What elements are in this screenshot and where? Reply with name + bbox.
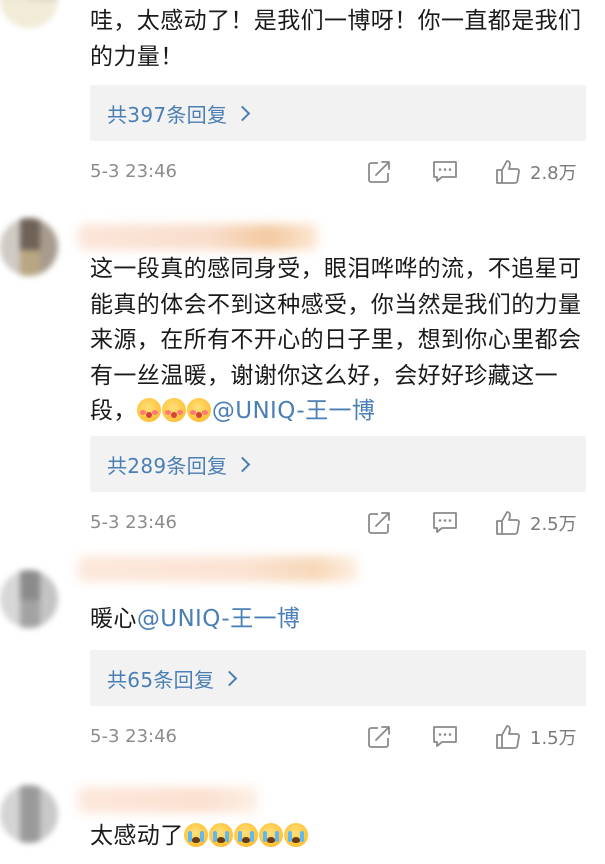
comment-icon[interactable] — [431, 509, 459, 537]
thumbs-up-icon — [496, 511, 520, 535]
share-icon[interactable] — [365, 158, 393, 186]
crying-face-emoji — [283, 823, 308, 847]
timestamp: 5-3 23:46 — [90, 726, 177, 747]
comment-text: 太感动了 — [90, 819, 590, 855]
user-mention-link[interactable]: @UNIQ-王一博 — [137, 606, 300, 632]
reply-box: 共65条回复 — [90, 650, 586, 706]
reply-count-label: 共397条回复 — [107, 102, 228, 127]
chevron-right-icon — [221, 670, 238, 686]
crying-face-emoji — [258, 823, 283, 847]
chevron-right-icon — [235, 105, 251, 121]
comment-body: 暖心 — [90, 606, 137, 632]
blushing-face-emoji — [136, 398, 161, 422]
reply-box: 共289条回复 — [90, 436, 586, 492]
comment-item: 暖心@UNIQ-王一博 共65条回复 5-3 23:46 1.5万 — [0, 550, 605, 765]
comment-icon[interactable] — [431, 723, 459, 751]
like-count: 2.8万 — [530, 163, 577, 184]
user-mention-link[interactable]: @UNIQ-王一博 — [212, 398, 375, 424]
blushing-face-emoji — [186, 398, 211, 422]
reply-count-label: 共65条回复 — [107, 667, 215, 692]
timestamp: 5-3 23:46 — [90, 512, 177, 533]
avatar[interactable] — [0, 570, 58, 628]
crying-face-emoji — [233, 823, 258, 847]
comment-meta: 5-3 23:46 2.8万 — [90, 158, 590, 188]
comment-body: 哇，太感动了！是我们一博呀！你一直都是我们的力量！ — [90, 8, 582, 70]
avatar[interactable] — [0, 0, 58, 28]
share-icon[interactable] — [365, 509, 393, 537]
crying-face-emoji — [183, 823, 208, 847]
blushing-face-emoji — [161, 398, 186, 422]
like-count: 1.5万 — [530, 728, 577, 749]
username[interactable] — [78, 224, 318, 250]
thumbs-up-icon — [496, 725, 520, 749]
comment-text: 这一段真的感同身受，眼泪哗哗的流，不追星可能真的体会不到这种感受，你当然是我们的… — [90, 252, 590, 430]
comment-item: 哇，太感动了！是我们一博呀！你一直都是我们的力量！ 共397条回复 5-3 23… — [0, 0, 605, 200]
like-button[interactable]: 1.5万 — [494, 723, 577, 751]
view-replies-link[interactable]: 共397条回复 — [107, 99, 251, 128]
comment-meta: 5-3 23:46 1.5万 — [90, 723, 590, 753]
comment-text: 哇，太感动了！是我们一博呀！你一直都是我们的力量！ — [90, 4, 590, 75]
crying-face-emoji — [208, 823, 233, 847]
chevron-right-icon — [235, 456, 251, 472]
comment-item: 太感动了 — [0, 765, 605, 864]
username[interactable] — [78, 787, 258, 813]
view-replies-link[interactable]: 共289条回复 — [107, 450, 251, 479]
username[interactable] — [78, 556, 358, 582]
avatar[interactable] — [0, 785, 58, 843]
like-button[interactable]: 2.5万 — [494, 509, 577, 537]
like-count: 2.5万 — [530, 514, 577, 535]
like-button[interactable]: 2.8万 — [494, 158, 577, 186]
comment-body: 太感动了 — [90, 823, 184, 849]
comment-text: 暖心@UNIQ-王一博 — [90, 602, 590, 638]
comment-icon[interactable] — [431, 158, 459, 186]
comment-item: 这一段真的感同身受，眼泪哗哗的流，不追星可能真的体会不到这种感受，你当然是我们的… — [0, 200, 605, 550]
reply-box: 共397条回复 — [90, 85, 586, 141]
view-replies-link[interactable]: 共65条回复 — [107, 664, 238, 693]
share-icon[interactable] — [365, 723, 393, 751]
timestamp: 5-3 23:46 — [90, 161, 177, 182]
avatar[interactable] — [0, 218, 58, 276]
thumbs-up-icon — [496, 160, 520, 184]
reply-count-label: 共289条回复 — [107, 453, 228, 478]
comment-meta: 5-3 23:46 2.5万 — [90, 509, 590, 539]
